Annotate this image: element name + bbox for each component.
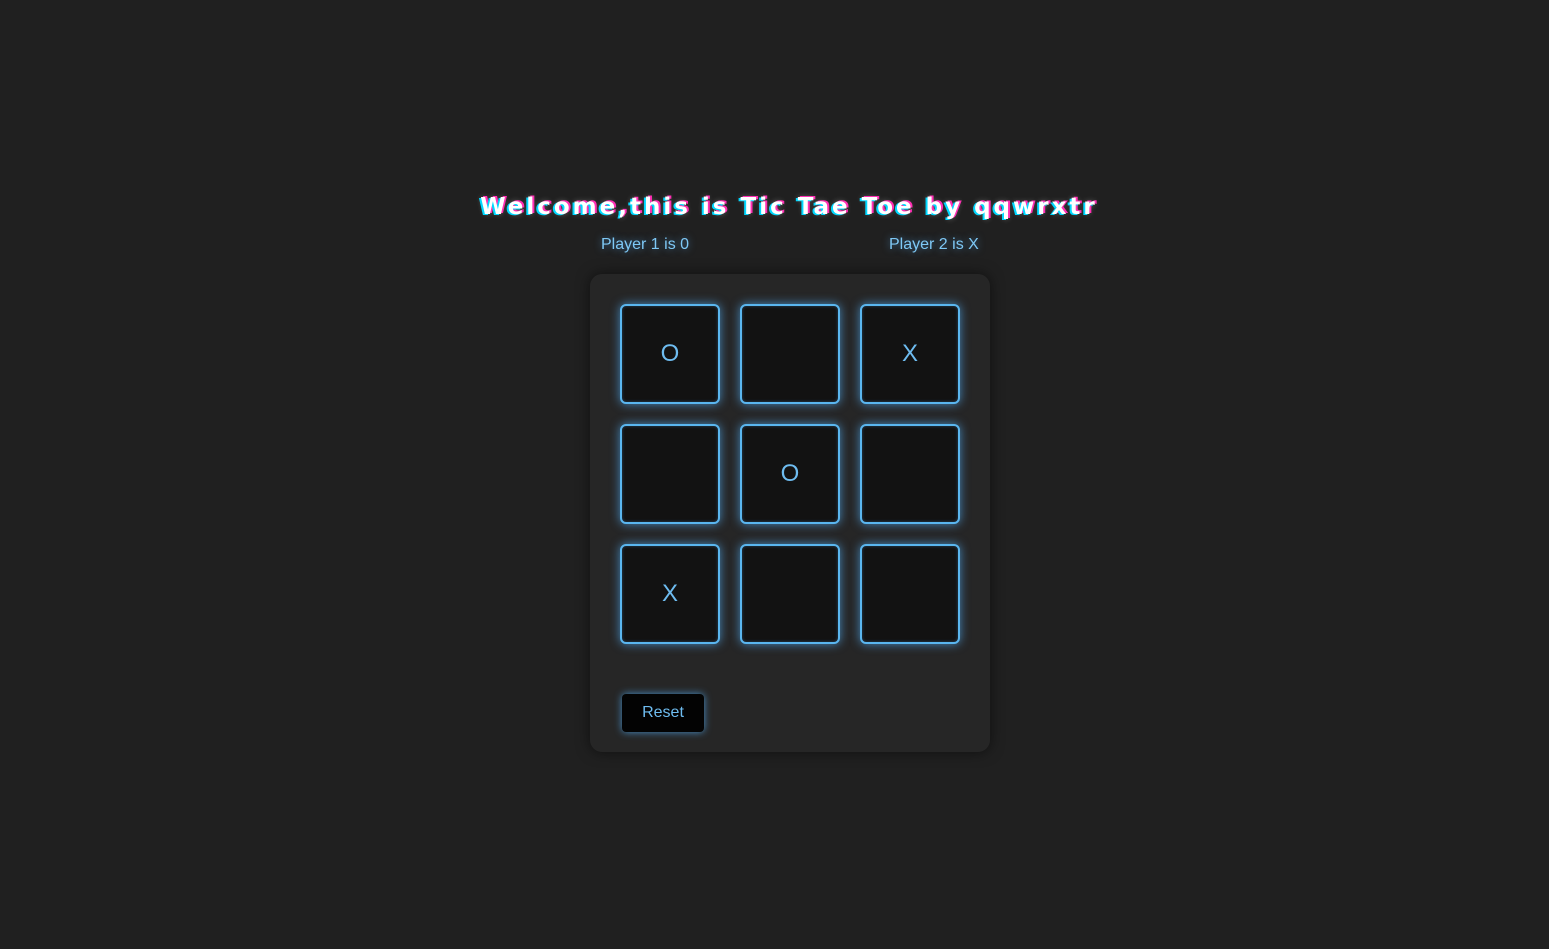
board-cell-8[interactable] xyxy=(740,544,840,644)
board-cell-1[interactable]: O xyxy=(620,304,720,404)
page-title: Welcome,this is Tic Tae Toe by qqwrxtr xyxy=(480,194,1098,220)
board-cell-7[interactable]: X xyxy=(620,544,720,644)
board-cell-2[interactable] xyxy=(740,304,840,404)
reset-button[interactable]: Reset xyxy=(622,694,704,732)
board-cell-5[interactable]: O xyxy=(740,424,840,524)
board-cell-6[interactable] xyxy=(860,424,960,524)
board-cell-9[interactable] xyxy=(860,544,960,644)
game-panel: O X O X Reset xyxy=(590,274,990,752)
game-board: O X O X xyxy=(620,304,960,644)
page: Welcome,this is Tic Tae Toe by qqwrxtr P… xyxy=(0,0,1549,949)
board-cell-4[interactable] xyxy=(620,424,720,524)
player-2-label: Player 2 is X xyxy=(889,236,979,253)
player-1-label: Player 1 is 0 xyxy=(601,236,690,253)
board-cell-3[interactable]: X xyxy=(860,304,960,404)
